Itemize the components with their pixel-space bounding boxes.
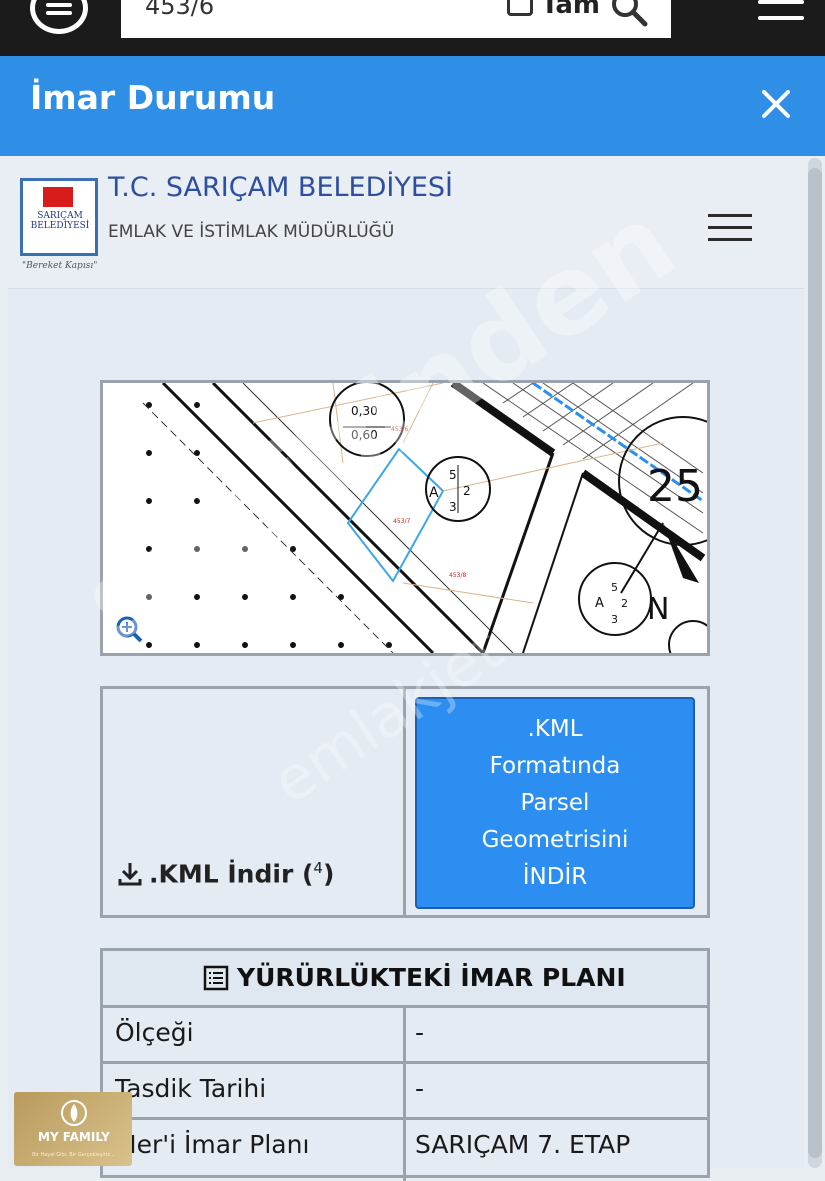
row-value: -	[415, 1018, 425, 1047]
logo-text: SARIÇAM BELEDİYESİ	[30, 211, 90, 231]
search-value: 453/6	[145, 0, 215, 20]
agency-badge: MY FAMILY Bir Hayal Gibi, Bir Gerçekleşi…	[14, 1092, 132, 1166]
map-circle-bot-2: 2	[621, 597, 628, 610]
org-subtitle: EMLAK VE İSTİMLAK MÜDÜRLÜĞÜ	[108, 222, 395, 242]
row-value: -	[415, 1074, 425, 1103]
menu-circle-button[interactable]	[30, 0, 88, 34]
table-row: Ölçeği -	[103, 1008, 707, 1064]
kml-download-button[interactable]: .KML Formatında Parsel Geometrisini İNDİ…	[415, 697, 695, 909]
kml-download-count: 4	[313, 859, 323, 877]
row-value: SARIÇAM 7. ETAP	[415, 1130, 631, 1159]
search-input[interactable]: 453/6 Tam	[121, 0, 671, 38]
map-big-number: 25	[647, 461, 703, 512]
download-icon	[118, 862, 142, 886]
page-menu-icon[interactable]	[708, 214, 752, 244]
modal-title: İmar Durumu	[30, 78, 276, 117]
table-row: Mer'i İmar Planı SARIÇAM 7. ETAP	[103, 1120, 707, 1173]
family-logo-icon	[61, 1100, 87, 1126]
map-circle-mid-3: 3	[449, 500, 457, 514]
zoning-plan-table: YÜRÜRLÜKTEKİ İMAR PLANI Ölçeği - Tasdik …	[100, 948, 710, 1181]
row-label: Mer'i İmar Planı	[115, 1130, 310, 1159]
kml-download-label: .KML İndir (	[149, 859, 314, 889]
map-circle-bot-3: 3	[611, 613, 618, 626]
row-label: Tasdik Tarihi	[115, 1074, 267, 1103]
map-circle-bot-5: 5	[611, 581, 618, 594]
turkish-flag-icon	[43, 187, 73, 207]
north-label: N	[647, 592, 669, 627]
map-circle-mid-5: 5	[449, 468, 457, 482]
badge-title: MY FAMILY	[38, 1130, 110, 1144]
municipality-logo: SARIÇAM BELEDİYESİ	[20, 178, 98, 256]
tam-checkbox[interactable]	[507, 0, 533, 16]
map-circle-mid-a: A	[429, 485, 439, 501]
parcel-label-3: 453/8	[449, 572, 466, 579]
list-icon	[203, 965, 229, 990]
table-title: YÜRÜRLÜKTEKİ İMAR PLANI	[237, 963, 626, 992]
hamburger-menu-icon[interactable]	[758, 0, 804, 24]
row-label: Ölçeği	[115, 1018, 194, 1047]
table-header: YÜRÜRLÜKTEKİ İMAR PLANI	[103, 951, 707, 1008]
scrollbar-thumb[interactable]	[808, 168, 822, 1158]
parcel-label-2: 453/7	[393, 518, 410, 525]
map-circle-bot-a: A	[595, 596, 604, 611]
tam-label: Tam	[541, 0, 601, 20]
search-icon[interactable]	[609, 0, 649, 30]
org-name: T.C. SARIÇAM BELEDİYESİ	[108, 172, 454, 203]
scrollbar[interactable]	[808, 158, 822, 1168]
top-bar: 453/6 Tam	[0, 0, 825, 56]
map-circle-mid-2: 2	[463, 484, 471, 498]
badge-subtitle: Bir Hayal Gibi, Bir Gerçekleşiriz...	[32, 1152, 115, 1158]
table-row: Tasdik Tarihi -	[103, 1064, 707, 1120]
kml-download-link[interactable]: .KML İndir (4)	[117, 859, 334, 888]
modal-header: İmar Durumu	[0, 56, 825, 156]
close-icon[interactable]	[758, 86, 794, 122]
logo-slogan: "Bereket Kapısı"	[22, 261, 98, 271]
